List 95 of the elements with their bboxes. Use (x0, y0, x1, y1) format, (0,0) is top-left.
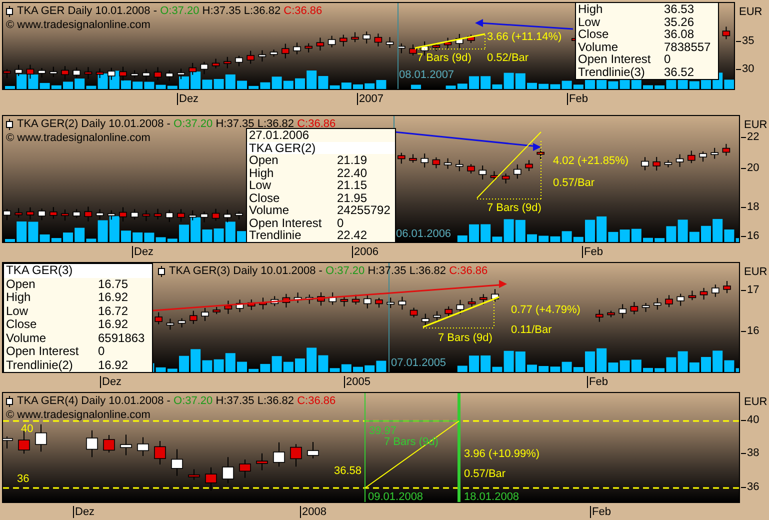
field-value: 22.42 (337, 229, 368, 242)
field-value: 21.15 (337, 179, 368, 192)
field-value: 21.95 (337, 192, 368, 204)
field-value: 0 (98, 345, 106, 358)
field-value: 16.92 (98, 291, 130, 304)
field-label: Low (249, 179, 272, 192)
chart-annotation: 3.96 (+10.99%) (464, 448, 540, 460)
chart-annotation: 0.52/Bar (487, 52, 529, 64)
price-axis-label: 36 (740, 481, 760, 493)
chart-annotation: 7 Bars (9d) (438, 332, 492, 344)
chart-annotation: 08.01.2007 (399, 69, 454, 81)
field-label: Low (6, 304, 30, 318)
date-axis-label: Feb (590, 506, 611, 518)
field-label: Trendlinie(2) (6, 358, 74, 372)
field-label: Close (578, 28, 610, 41)
source-credit: © www.tradesignalonline.com (6, 19, 150, 31)
field-label: Open (249, 154, 278, 166)
field-value: 36.08 (664, 28, 696, 41)
chart-header: TKA GER Daily 10.01.2008 - O:37.20 H:37.35 L:36.82 C:36.86 (17, 5, 322, 17)
field-value: 16.92 (98, 358, 130, 372)
field-value: 0 (337, 216, 345, 229)
field-value: 16.92 (98, 318, 130, 332)
field-label: Open Interest (249, 216, 323, 229)
field-label: Trendlinie(3) (578, 66, 646, 79)
price-axis-label: 22 (740, 131, 760, 143)
chart-annotation: 0.57/Bar (464, 468, 506, 480)
field-label: Close (6, 318, 38, 332)
field-value: 6591863 (98, 332, 146, 345)
currency-label: EUR (744, 396, 768, 408)
field-label: Open Interest (6, 345, 80, 358)
tooltip-title: TKA GER(2) (247, 142, 395, 154)
chart-annotation: 06.01.2006 (396, 228, 452, 240)
chart-annotation: 4.02 (+21.85%) (553, 155, 629, 167)
source-credit: © www.tradesignalonline.com (6, 409, 150, 421)
chart-annotation: 0.11/Bar (511, 324, 552, 336)
field-value: 36.52 (664, 66, 696, 79)
date-axis-label: Feb (582, 246, 603, 258)
price-axis-label: 18 (740, 201, 760, 213)
chart-annotation: 7 Bars (9d) (417, 52, 472, 64)
field-value: 16.72 (98, 304, 130, 318)
date-axis-label: Dez (100, 376, 122, 388)
field-value: 21.19 (337, 154, 368, 166)
field-value: 22.40 (337, 166, 368, 179)
chart-annotation: 7 Bars (9d) (487, 202, 542, 214)
chart-annotation: 39.97 (369, 425, 397, 437)
date-axis-label: 2006 (352, 246, 378, 258)
price-axis-label: 16 (740, 230, 760, 242)
field-value: 16.75 (98, 278, 130, 291)
currency-label: EUR (744, 119, 768, 131)
field-label: Volume (578, 40, 620, 54)
source-credit: © www.tradesignalonline.com (6, 132, 150, 144)
field-value: 35.26 (664, 16, 696, 28)
field-label: High (578, 3, 604, 16)
chart-annotation: 09.01.2008 (368, 491, 424, 502)
date-axis-label: Feb (587, 376, 608, 388)
field-label: Volume (249, 204, 290, 216)
field-label: Open (6, 278, 36, 291)
field-label: High (249, 166, 274, 179)
field-label: Low (578, 16, 600, 28)
date-axis-label: Feb (567, 93, 588, 105)
price-axis-label: 16 (740, 325, 760, 337)
price-axis-label: 38 (740, 447, 760, 459)
price-axis-label: 30 (735, 63, 754, 75)
field-label: Volume (6, 332, 48, 345)
date-axis-label: Dez (73, 506, 95, 518)
date-axis-label: 2008 (300, 506, 326, 518)
field-label: Trendlinie (249, 229, 302, 242)
price-axis-label: 20 (740, 162, 760, 174)
currency-label: EUR (739, 6, 762, 18)
chart-annotation: 0.77 (+4.79%) (511, 304, 580, 316)
currency-label: EUR (744, 266, 768, 278)
field-value: 24255792 (337, 204, 392, 216)
chart-header: TKA GER(4) Daily 10.01.2008 - O:37.20 H:37.35 L:36.82 C:36.86 (17, 395, 336, 407)
field-value: 7838557 (664, 40, 712, 54)
chart-header: TKA GER(2) Daily 10.01.2008 - O:37.20 H:37.35 L:36.82 C:36.86 (17, 118, 336, 130)
chart-annotation: 36.58 (334, 465, 362, 477)
date-axis-label: Dez (132, 246, 154, 258)
chart-annotation: 3.66 (+11.14%) (487, 31, 562, 43)
chart-annotation: 40 (21, 423, 34, 435)
price-axis-label: 17 (740, 284, 760, 296)
chart-annotation: 18.01.2008 (464, 491, 520, 502)
field-label: Close (249, 192, 281, 204)
chart-annotation: 36 (17, 473, 30, 485)
field-label: Open Interest (578, 53, 652, 66)
date-axis-label: 2007 (357, 93, 384, 105)
price-axis-label: 40 (740, 414, 760, 426)
price-axis-label: 35 (735, 35, 754, 47)
date-axis-label: 2005 (344, 376, 370, 388)
tooltip-title: TKA GER(3) (4, 264, 152, 278)
field-value: 36.53 (664, 3, 696, 16)
chart-annotation: 0.57/Bar (553, 177, 595, 189)
field-value: 0 (664, 53, 672, 66)
chart-annotation: 07.01.2005 (391, 357, 446, 369)
field-label: High (6, 291, 31, 304)
date-axis-label: Dez (177, 93, 199, 105)
